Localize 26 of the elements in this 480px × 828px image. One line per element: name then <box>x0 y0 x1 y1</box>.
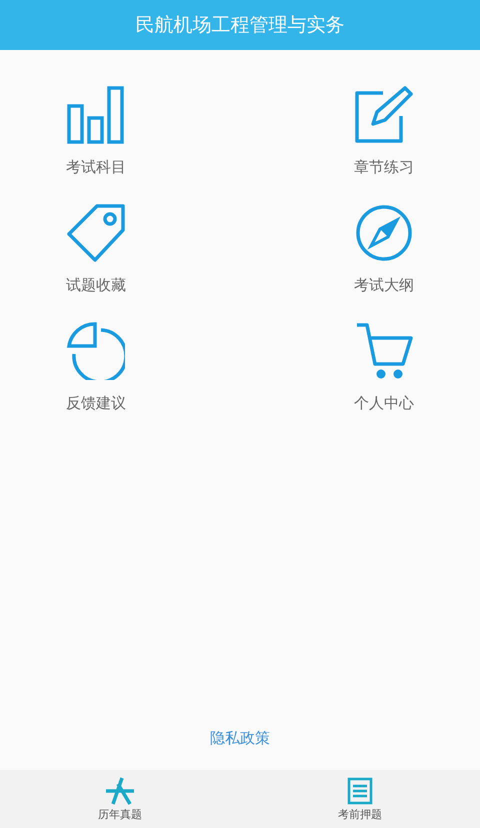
menu-label: 考试科目 <box>66 158 126 177</box>
edit-icon <box>355 86 413 144</box>
menu-label: 反馈建议 <box>66 394 126 413</box>
pie-chart-icon <box>67 322 125 380</box>
menu-label: 试题收藏 <box>66 276 126 295</box>
menu-item[interactable]: 考试大纲 <box>328 204 440 295</box>
menu-item[interactable]: 反馈建议 <box>40 322 152 413</box>
tag-icon <box>67 204 125 262</box>
menu-label: 个人中心 <box>354 394 414 413</box>
menu-item[interactable]: 试题收藏 <box>40 204 152 295</box>
cart-icon <box>355 322 413 380</box>
app-title: 民航机场工程管理与实务 <box>136 13 344 38</box>
app-store-icon <box>104 776 136 804</box>
menu-label: 考试大纲 <box>354 276 414 295</box>
bottom-tab[interactable]: 考前押题 <box>240 770 480 828</box>
bar-chart-icon <box>67 86 125 144</box>
document-icon <box>347 776 373 804</box>
tab-label: 历年真题 <box>98 806 142 822</box>
menu-item[interactable]: 章节练习 <box>328 86 440 177</box>
compass-icon <box>355 204 413 262</box>
menu-label: 章节练习 <box>354 158 414 177</box>
privacy-link[interactable]: 隐私政策 <box>210 729 270 748</box>
tab-label: 考前押题 <box>338 806 382 822</box>
bottom-tab[interactable]: 历年真题 <box>0 770 240 828</box>
menu-item[interactable]: 考试科目 <box>40 86 152 177</box>
menu-item[interactable]: 个人中心 <box>328 322 440 413</box>
